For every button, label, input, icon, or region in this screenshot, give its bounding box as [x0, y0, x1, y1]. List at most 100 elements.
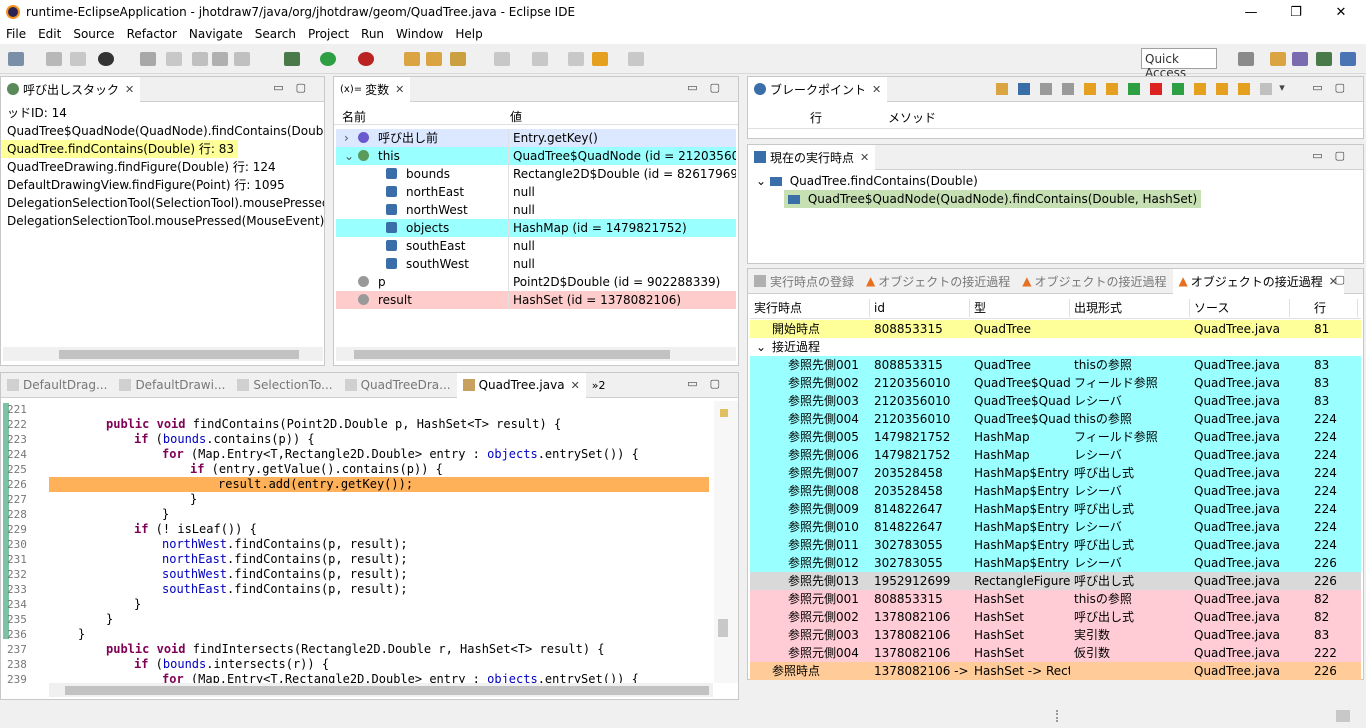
maximize-button[interactable]: ❐ — [1273, 0, 1319, 24]
menu-window[interactable]: Window — [390, 27, 449, 41]
tab-selectionto[interactable]: SelectionTo... — [231, 373, 338, 398]
code-line[interactable]: 234} — [1, 597, 709, 612]
editor-hscroll[interactable] — [49, 683, 713, 697]
trace-row[interactable]: 参照先側007 203528458 HashMap$EntrySet 呼び出し式 Qua… — [750, 464, 1361, 482]
col-value[interactable]: 値 — [510, 108, 522, 125]
new-java-package-icon[interactable] — [404, 52, 420, 66]
tab-callstack[interactable]: 呼び出しスタック ✕ — [1, 76, 141, 102]
tab-exec-point[interactable]: 現在の実行時点 ✕ — [748, 144, 876, 170]
callstack-item[interactable]: DelegationSelectionTool(SelectionTool).m… — [1, 194, 324, 212]
trace-row[interactable]: 参照先側001 808853315 QuadTree thisの参照 QuadTree.… — [750, 356, 1361, 374]
open-type-icon[interactable] — [426, 52, 442, 66]
more-tabs-button[interactable]: »2 — [586, 379, 612, 392]
minmax-icon[interactable]: ▭▢ — [273, 81, 318, 94]
callstack-item[interactable]: QuadTree$QuadNode(QuadNode).findContains… — [1, 122, 324, 140]
variable-row[interactable]: ⌄ this QuadTree$QuadNode (id = 2120356010) — [336, 147, 736, 165]
menu-source[interactable]: Source — [67, 27, 120, 41]
run-icon[interactable] — [320, 52, 336, 66]
debug-perspective-icon[interactable] — [1316, 52, 1332, 66]
callstack-item[interactable]: DelegationSelectionTool.mousePressed(Mou… — [1, 212, 324, 230]
progress-icon[interactable] — [1336, 710, 1350, 722]
trace-row[interactable]: 参照先側005 1479821752 HashMap フィールド参照 QuadTree.… — [750, 428, 1361, 446]
menu-search[interactable]: Search — [249, 27, 302, 41]
forward-icon[interactable] — [628, 52, 644, 66]
trace-col-header[interactable]: 型 — [970, 299, 1070, 317]
variables-hscroll[interactable] — [336, 347, 736, 361]
vscroll-thumb[interactable] — [718, 619, 728, 637]
tab-approach-1[interactable]: ▲ オブジェクトの接近過程 — [860, 269, 1016, 294]
menu-refactor[interactable]: Refactor — [121, 27, 183, 41]
code-line[interactable]: 222 public void findContains(Point2D.Doub… — [1, 417, 709, 432]
java-perspective-icon[interactable] — [1270, 52, 1286, 66]
minmax-icon[interactable]: ▭▢ — [687, 377, 732, 390]
trace-col-header[interactable]: ソース — [1190, 299, 1290, 317]
drop-icon[interactable] — [1216, 83, 1228, 95]
minmax-icon[interactable]: ▭▢ — [687, 81, 732, 94]
close-icon[interactable]: ✕ — [860, 151, 869, 164]
remove-icon[interactable] — [1018, 83, 1030, 95]
code-line[interactable]: 221 — [1, 402, 709, 417]
terminate-icon[interactable] — [1150, 83, 1162, 95]
variable-row[interactable]: bounds Rectangle2D$Double (id = 826179695… — [336, 165, 736, 183]
trace-row[interactable]: 参照先側013 1952912699 RectangleFigure 呼び出し式 Qua… — [750, 572, 1361, 590]
custom-perspective-icon[interactable] — [1340, 52, 1356, 66]
view-icon[interactable] — [234, 52, 250, 66]
variable-row[interactable]: southEast null — [336, 237, 736, 255]
tab-exec-register[interactable]: 実行時点の登録 — [748, 269, 860, 294]
menu-help[interactable]: Help — [449, 27, 488, 41]
step-icon[interactable] — [1062, 83, 1074, 95]
minmax-icon[interactable]: ▭▢ — [1312, 149, 1357, 162]
menu-file[interactable]: File — [0, 27, 32, 41]
resume-back-icon[interactable] — [1128, 83, 1140, 95]
code-line[interactable]: 238 if (bounds.intersects(r)) { — [1, 657, 709, 672]
step-icon[interactable] — [166, 52, 182, 66]
code-line[interactable]: 233 southEast.findContains(p, result); — [1, 582, 709, 597]
code-line[interactable]: 229 if (! isLeaf()) { — [1, 522, 709, 537]
variable-row[interactable]: › 呼び出し前 Entry.getKey() — [336, 129, 736, 147]
tab-variables[interactable]: (x)= 変数 ✕ — [334, 76, 411, 102]
trace-row[interactable]: 開始時点 808853315 QuadTree QuadTree.java 81 — [750, 320, 1361, 338]
debug-icon[interactable] — [284, 52, 300, 66]
exec-child[interactable]: QuadTree$QuadNode(QuadNode).findContains… — [784, 190, 1202, 208]
callstack-item[interactable]: ッドID: 14 — [1, 104, 324, 122]
menu-run[interactable]: Run — [355, 27, 390, 41]
callstack-item[interactable]: QuadTreeDrawing.findFigure(Double) 行: 12… — [1, 158, 324, 176]
last-edit-icon[interactable] — [568, 52, 584, 66]
menu-navigate[interactable]: Navigate — [183, 27, 249, 41]
menu-project[interactable]: Project — [302, 27, 355, 41]
code-line[interactable]: 232 southWest.findContains(p, result); — [1, 567, 709, 582]
tab-approach-2[interactable]: ▲ オブジェクトの接近過程 — [1016, 269, 1172, 294]
code-line[interactable]: 235} — [1, 612, 709, 627]
trace-row[interactable]: 参照時点 1378082106 -> ... HashSet -> Rectan..… — [750, 662, 1361, 680]
code-line[interactable]: 227} — [1, 492, 709, 507]
minmax-icon[interactable]: ▭▢ — [1312, 273, 1357, 286]
resume-icon[interactable] — [1172, 83, 1184, 95]
code-line[interactable]: 224 for (Map.Entry<T,Rectangle2D.Double> … — [1, 447, 709, 462]
java-ee-perspective-icon[interactable] — [1292, 52, 1308, 66]
close-icon[interactable]: ✕ — [571, 379, 580, 392]
use-step-filters-icon[interactable] — [212, 52, 228, 66]
trace-col-header[interactable]: 出現形式 — [1070, 299, 1190, 317]
chevron-down-icon[interactable]: ⌄ — [756, 338, 766, 356]
variable-row[interactable]: objects HashMap (id = 1479821752) — [336, 219, 736, 237]
code-line[interactable]: 237 public void findIntersects(Rectangle2… — [1, 642, 709, 657]
col-method[interactable]: メソッド — [888, 109, 936, 126]
variable-row[interactable]: p Point2D$Double (id = 902288339) — [336, 273, 736, 291]
step-filter-icon[interactable] — [1238, 83, 1250, 95]
variable-row[interactable]: result HashSet (id = 1378082106) — [336, 291, 736, 309]
collapse-icon[interactable] — [1260, 83, 1272, 95]
trace-row[interactable]: 参照先側009 814822647 HashMap$EntryIter... 呼び出し… — [750, 500, 1361, 518]
next-annotation-icon[interactable] — [494, 52, 510, 66]
step-into-icon[interactable] — [1084, 83, 1096, 95]
quick-access-input[interactable]: Quick Access — [1141, 48, 1217, 80]
expander-icon[interactable]: ⌄ — [344, 147, 354, 165]
close-icon[interactable]: ✕ — [395, 83, 404, 96]
code-line[interactable]: 231 northEast.findContains(p, result); — [1, 552, 709, 567]
step-return-icon[interactable] — [1194, 83, 1206, 95]
step-over-icon[interactable] — [1106, 83, 1118, 95]
exec-root[interactable]: ⌄ QuadTree.findContains(Double) — [756, 172, 1363, 190]
trace-row[interactable]: 参照元側003 1378082106 HashSet 実引数 QuadTree.java… — [750, 626, 1361, 644]
back-icon[interactable] — [592, 52, 608, 66]
code-area[interactable]: 221 222 public void findContains(Point2D.D… — [1, 402, 709, 684]
tab-quadtree-java[interactable]: QuadTree.java ✕ — [456, 372, 586, 398]
